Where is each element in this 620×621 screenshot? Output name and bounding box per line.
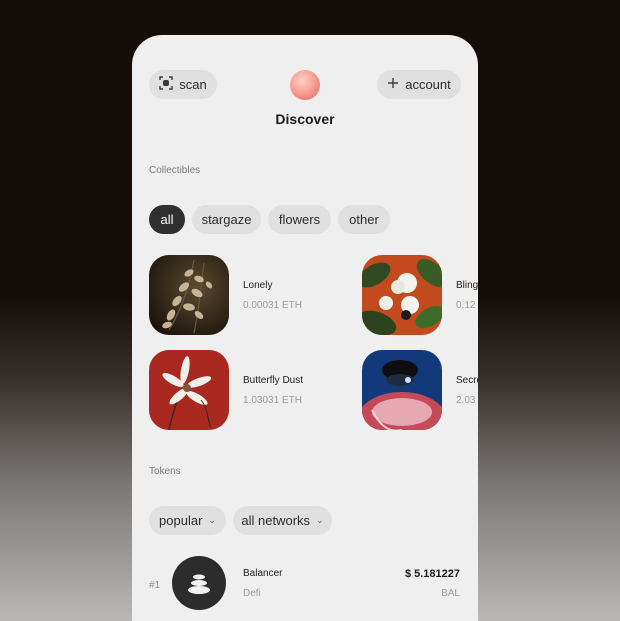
scan-button[interactable]: scan [149, 70, 217, 99]
nft-image-lonely[interactable] [149, 255, 229, 335]
nft-price: 2.03 [456, 395, 476, 406]
page-title: Discover [275, 111, 335, 127]
filter-other-label: other [349, 212, 379, 227]
chevron-down-icon: ⌄ [316, 515, 324, 525]
token-price: $ 5.181227 [404, 568, 460, 580]
filter-flowers-label: flowers [278, 212, 321, 227]
filter-all-label: all [160, 212, 174, 227]
scan-label: scan [179, 77, 207, 92]
scan-icon [159, 76, 173, 93]
filter-stargaze-label: stargaze [201, 212, 252, 227]
add-account-button[interactable]: account [377, 70, 461, 99]
account-label: account [405, 77, 451, 92]
nft-image-secret[interactable] [362, 350, 442, 430]
nft-price: 1.03031 ETH [243, 395, 302, 406]
nft-price: 0.00031 ETH [243, 300, 302, 311]
filter-stargaze[interactable]: stargaze [192, 205, 261, 234]
network-label: all networks [241, 513, 311, 528]
filter-other[interactable]: other [338, 205, 390, 234]
token-category: Defi [243, 588, 261, 599]
discover-screen: scan account Discover Collectibles all s… [132, 35, 478, 621]
plus-icon [387, 77, 399, 92]
avatar[interactable] [290, 70, 320, 100]
filter-flowers[interactable]: flowers [268, 205, 331, 234]
tokens-heading: Tokens [149, 466, 181, 477]
collectibles-heading: Collectibles [149, 165, 201, 176]
token-rank: #1 [149, 580, 161, 591]
nft-name: Butterfly Dust [243, 375, 304, 386]
nft-image-bling[interactable] [362, 255, 442, 335]
token-symbol: BAL [441, 588, 460, 599]
nft-image-butterfly-dust[interactable] [149, 350, 229, 430]
filter-all[interactable]: all [149, 205, 185, 234]
token-name: Balancer [243, 568, 283, 579]
nft-name: Secre [456, 375, 478, 386]
sort-label: popular [159, 513, 203, 528]
sort-dropdown[interactable]: popular ⌄ [149, 506, 226, 535]
nft-price: 0.12 [456, 300, 476, 311]
nft-name: Bling [456, 280, 478, 291]
chevron-down-icon: ⌄ [208, 515, 216, 525]
balancer-logo-icon [172, 556, 226, 610]
network-dropdown[interactable]: all networks ⌄ [233, 506, 332, 535]
nft-name: Lonely [243, 280, 273, 291]
